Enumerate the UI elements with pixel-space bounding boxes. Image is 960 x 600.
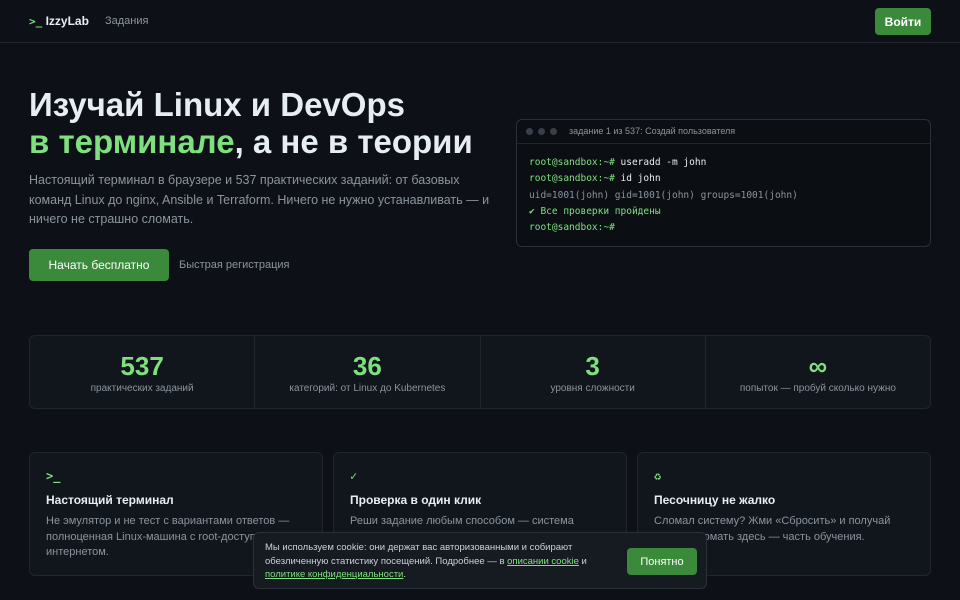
hero-subtitle: Настоящий терминал в браузере и 537 прак… bbox=[29, 173, 490, 226]
quick-registration-note: Быстрая регистрация bbox=[179, 259, 290, 271]
terminal-command: useradd -m john bbox=[614, 157, 707, 168]
feature-text: Реши задание любым способом — система bbox=[350, 515, 574, 527]
stat-attempts: ∞ попыток — пробуй сколько нужно bbox=[706, 336, 930, 408]
checkmark-icon: ✓ bbox=[350, 469, 358, 483]
window-dot-icon bbox=[550, 128, 557, 135]
logo[interactable]: >_ IzzyLab bbox=[29, 14, 89, 28]
hero-title-rest: , а не в теории bbox=[234, 123, 473, 160]
cookie-accept-button[interactable]: Понятно bbox=[627, 548, 697, 575]
cookie-text-part: и bbox=[578, 555, 587, 567]
hero-title-accent: в терминале bbox=[29, 123, 235, 160]
cookie-text: Мы используем cookie: они держат вас авт… bbox=[265, 541, 615, 582]
cookie-banner: Мы используем cookie: они держат вас авт… bbox=[253, 532, 707, 589]
feature-title: Настоящий терминал bbox=[46, 493, 174, 507]
stat-label: практических заданий bbox=[90, 383, 194, 394]
terminal-prompt: root@sandbox:~# bbox=[529, 157, 615, 168]
terminal-titlebar: задание 1 из 537: Создай пользователя bbox=[517, 120, 930, 144]
stat-label: уровня сложности bbox=[550, 383, 635, 394]
stat-value: 537 bbox=[120, 351, 164, 381]
stat-value: 36 bbox=[352, 351, 382, 381]
cookie-text-part: . bbox=[403, 569, 407, 580]
terminal-preview: задание 1 из 537: Создай пользователя ro… bbox=[516, 119, 931, 247]
window-dot-icon bbox=[538, 128, 545, 135]
stat-value: 3 bbox=[585, 351, 600, 381]
recycle-icon: ♻ bbox=[654, 469, 662, 483]
stat-levels: 3 уровня сложности bbox=[481, 336, 706, 408]
window-dot-icon bbox=[526, 128, 533, 135]
terminal-line: root@sandbox:~# bbox=[529, 220, 918, 236]
privacy-policy-link[interactable]: политике конфиденциальности bbox=[265, 569, 403, 580]
login-button[interactable]: Войти bbox=[875, 8, 931, 35]
stat-categories: 36 категорий: от Linux до Kubernetes bbox=[255, 336, 481, 408]
hero-title-line1: Изучай Linux и DevOps bbox=[29, 86, 405, 123]
terminal-output: uid=1001(john) gid=1001(john) groups=100… bbox=[529, 189, 798, 201]
stat-label: попыток — пробуй сколько нужно bbox=[739, 383, 896, 394]
hero-title: Изучай Linux и DevOps в терминале, а не … bbox=[29, 86, 509, 160]
stat-tasks: 537 практических заданий bbox=[30, 336, 256, 408]
logo-prompt: >_ bbox=[29, 15, 43, 28]
stats-bar: 537 практических заданий 36 категорий: о… bbox=[29, 335, 931, 409]
stat-value: ∞ bbox=[808, 351, 828, 381]
nav-link-tasks[interactable]: Задания bbox=[105, 15, 148, 27]
cookie-policy-link[interactable]: описании cookie bbox=[507, 556, 579, 567]
start-free-button[interactable]: Начать бесплатно bbox=[29, 249, 169, 281]
terminal-line: root@sandbox:~# useradd -m john bbox=[529, 155, 918, 171]
terminal-success: ✔ Все проверки пройдены bbox=[529, 205, 661, 217]
feature-title: Песочницу не жалко bbox=[654, 493, 776, 507]
terminal-body: root@sandbox:~# useradd -m john root@san… bbox=[517, 144, 930, 236]
terminal-icon: >_ bbox=[46, 469, 61, 483]
terminal-line: root@sandbox:~# id john bbox=[529, 171, 918, 187]
terminal-title: задание 1 из 537: Создай пользователя bbox=[569, 126, 736, 136]
feature-title: Проверка в один клик bbox=[350, 493, 482, 507]
stat-label: категорий: от Linux до Kubernetes bbox=[289, 383, 446, 394]
terminal-prompt: root@sandbox:~# bbox=[529, 222, 615, 234]
terminal-command: id john bbox=[614, 173, 661, 185]
logo-text: IzzyLab bbox=[45, 14, 89, 28]
top-navbar: >_ IzzyLab Задания Войти bbox=[0, 0, 960, 43]
terminal-prompt: root@sandbox:~# bbox=[529, 173, 615, 185]
